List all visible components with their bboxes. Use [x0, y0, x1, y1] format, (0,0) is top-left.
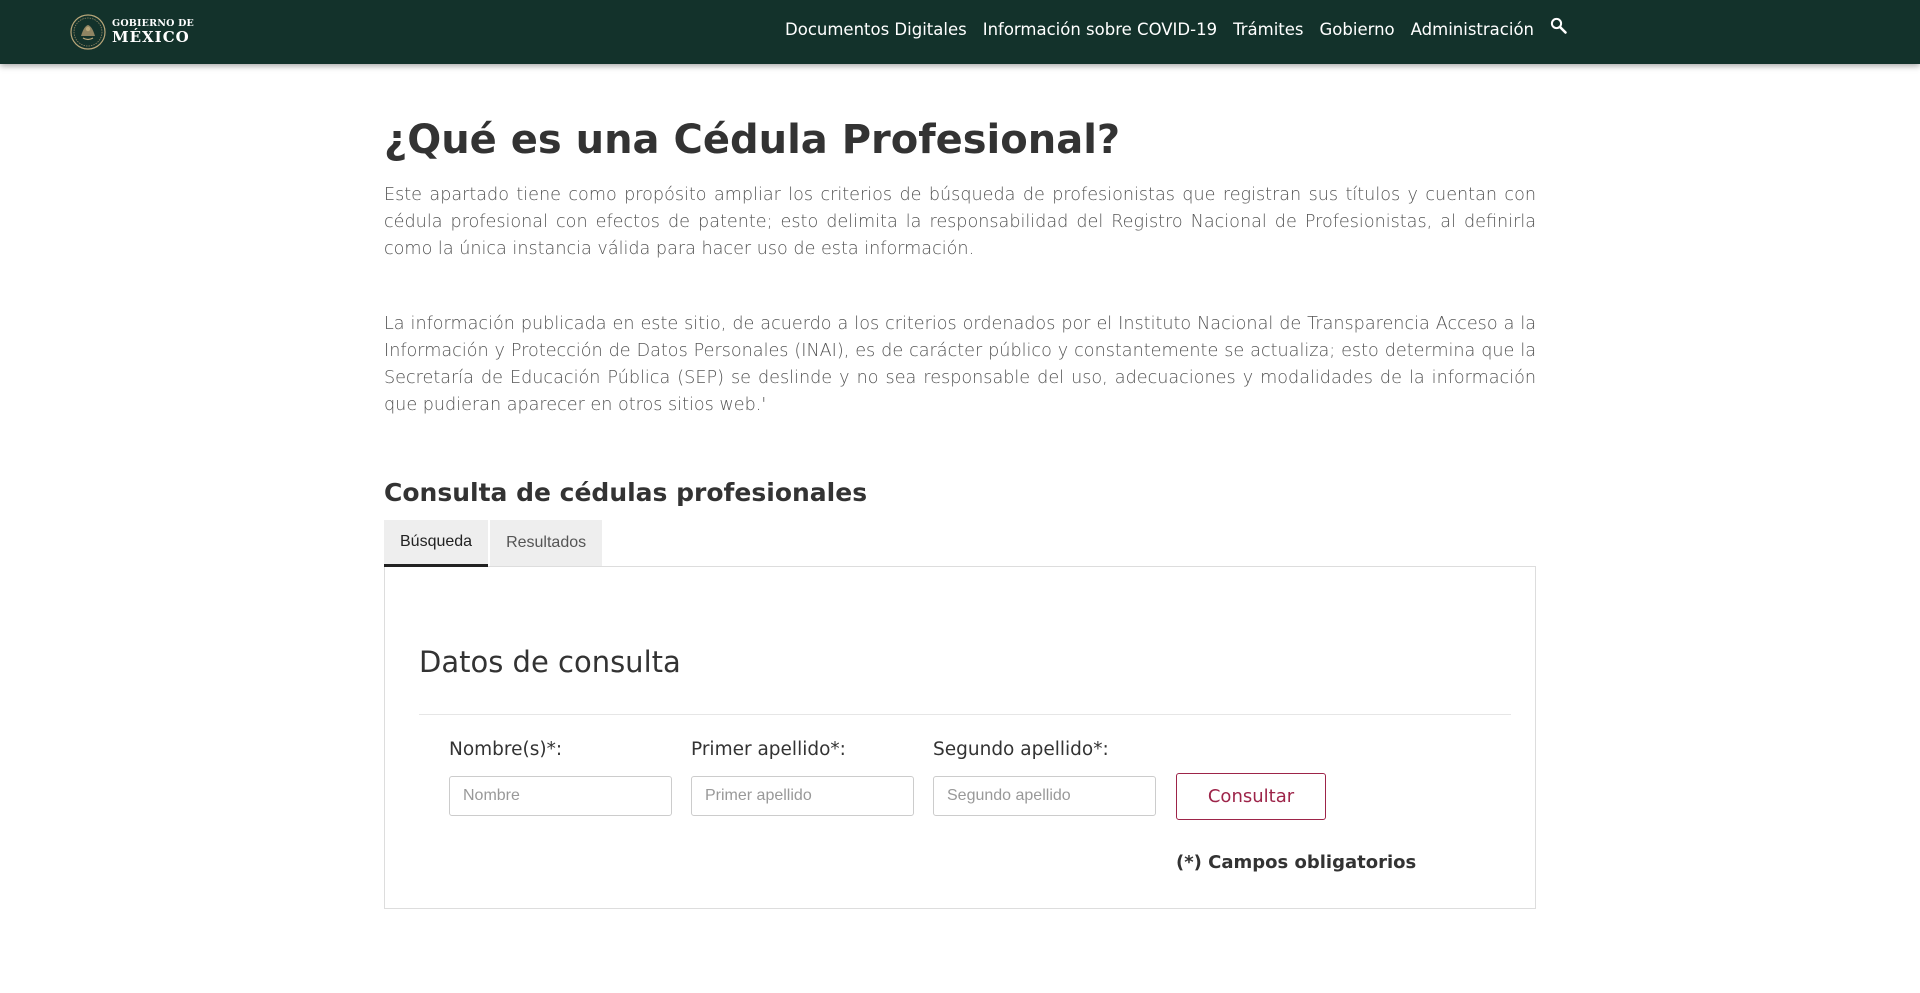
section-title: Consulta de cédulas profesionales	[384, 478, 868, 507]
primer-apellido-input[interactable]	[691, 776, 914, 816]
required-fields-note: (*) Campos obligatorios	[1176, 852, 1417, 873]
gobierno-de-mexico-logo[interactable]: GOBIERNO DE MÉXICO	[70, 14, 194, 50]
primer-apellido-field-group: Primer apellido*:	[691, 739, 914, 816]
form-title: Datos de consulta	[419, 645, 681, 679]
segundo-apellido-label: Segundo apellido*:	[933, 739, 1109, 760]
segundo-apellido-field-group: Segundo apellido*:	[933, 739, 1156, 816]
nav-documentos-digitales[interactable]: Documentos Digitales	[785, 20, 967, 39]
nav-gobierno[interactable]: Gobierno	[1320, 20, 1395, 39]
search-panel: Datos de consulta Nombre(s)*: Primer ape…	[384, 567, 1536, 909]
intro-paragraph: Este apartado tiene como propósito ampli…	[384, 185, 1536, 259]
logo-text: GOBIERNO DE MÉXICO	[112, 19, 194, 46]
consultar-button[interactable]: Consultar	[1176, 773, 1326, 820]
logo-line-2: MÉXICO	[112, 28, 190, 47]
form-divider	[419, 714, 1511, 715]
primer-apellido-label: Primer apellido*:	[691, 739, 846, 760]
tab-bar: Búsqueda Resultados	[384, 520, 1536, 567]
nav-informacion-covid-19[interactable]: Información sobre COVID-19	[983, 20, 1217, 39]
tab-resultados[interactable]: Resultados	[490, 520, 603, 566]
main-nav: Documentos Digitales Información sobre C…	[785, 0, 1568, 58]
logo-line-1: GOBIERNO DE	[112, 17, 194, 29]
nav-tramites[interactable]: Trámites	[1233, 20, 1303, 39]
nombre-label: Nombre(s)*:	[449, 739, 563, 760]
tab-busqueda[interactable]: Búsqueda	[384, 520, 489, 567]
search-icon[interactable]	[1550, 17, 1568, 35]
segundo-apellido-input[interactable]	[933, 776, 1156, 816]
nombre-field-group: Nombre(s)*:	[449, 739, 672, 816]
nav-administracion[interactable]: Administración	[1411, 20, 1534, 39]
disclaimer-paragraph: La información publicada en este sitio, …	[384, 314, 1536, 415]
page-title: ¿Qué es una Cédula Profesional?	[384, 117, 1121, 163]
main-content: ¿Qué es una Cédula Profesional? Este apa…	[384, 96, 1536, 909]
top-navbar: GOBIERNO DE MÉXICO Documentos Digitales …	[0, 0, 1920, 64]
nombre-input[interactable]	[449, 776, 672, 816]
national-seal-icon	[70, 14, 106, 50]
